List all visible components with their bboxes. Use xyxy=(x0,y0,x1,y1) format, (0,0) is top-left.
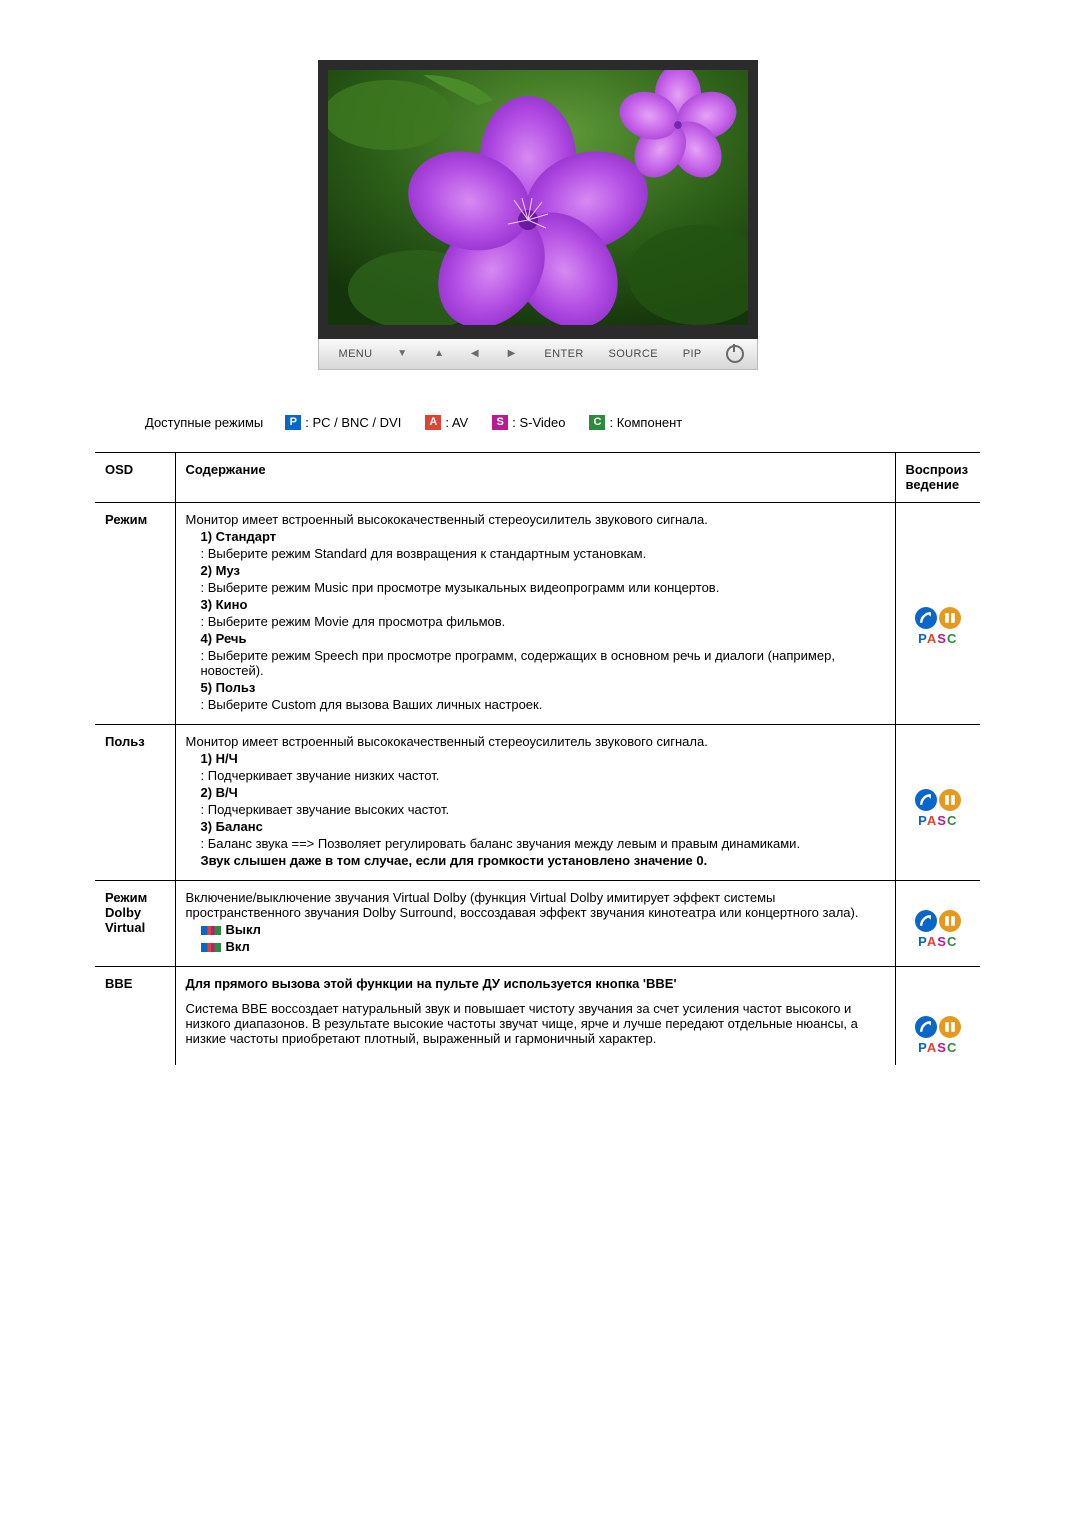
content-cell: Для прямого вызова этой функции на пульт… xyxy=(175,967,895,1066)
pause-icon xyxy=(939,1016,961,1038)
sub-desc: : Выберите Custom для вызова Ваших личны… xyxy=(201,697,885,712)
sub-title: 1) Н/Ч xyxy=(201,751,885,766)
enter-button[interactable]: ENTER xyxy=(544,348,583,360)
sub-desc: : Выберите режим Speech при просмотре пр… xyxy=(201,648,885,678)
repro-cell: PASC xyxy=(895,725,980,881)
legend-text: : AV xyxy=(445,415,468,430)
flag-icon xyxy=(201,943,221,952)
play-icon xyxy=(915,910,937,932)
monitor-frame xyxy=(318,60,758,339)
legend-item-c: C : Компонент xyxy=(589,415,682,430)
pasc-icon: PASC xyxy=(906,607,971,646)
menu-button[interactable]: MENU xyxy=(339,348,373,360)
intro-text: Включение/выключение звучания Virtual Do… xyxy=(186,890,885,920)
pause-icon xyxy=(939,607,961,629)
flag-line: Вкл xyxy=(201,939,885,954)
sub-title: 5) Польз xyxy=(201,680,885,695)
manual-page: MENU ▼ ▲ ◀ ▶ ENTER SOURCE PIP Доступные … xyxy=(0,0,1080,1105)
content-cell: Включение/выключение звучания Virtual Do… xyxy=(175,881,895,967)
monitor-block: MENU ▼ ▲ ◀ ▶ ENTER SOURCE PIP xyxy=(318,60,758,370)
down-icon[interactable]: ▼ xyxy=(397,348,409,360)
col-repro: Воспроиз ведение xyxy=(895,453,980,503)
play-icon xyxy=(915,607,937,629)
repro-cell: PASC xyxy=(895,503,980,725)
sub-title: 2) В/Ч xyxy=(201,785,885,800)
osd-label: Режим Dolby Virtual xyxy=(95,881,175,967)
pause-icon xyxy=(939,910,961,932)
spec-table: OSD Содержание Воспроиз ведение Режим Мо… xyxy=(95,452,980,1065)
legend-text: : PC / BNC / DVI xyxy=(305,415,401,430)
sub-title: 3) Баланс xyxy=(201,819,885,834)
right-icon[interactable]: ▶ xyxy=(508,348,520,360)
pause-icon xyxy=(939,789,961,811)
table-row: BBE Для прямого вызова этой функции на п… xyxy=(95,967,980,1066)
pasc-icon: PASC xyxy=(906,910,971,949)
pasc-icon: PASC xyxy=(906,1016,971,1055)
p-badge: P xyxy=(285,415,301,430)
col-content: Содержание xyxy=(175,453,895,503)
monitor-controls: MENU ▼ ▲ ◀ ▶ ENTER SOURCE PIP xyxy=(318,339,758,370)
c-badge: C xyxy=(589,415,605,430)
sub-title: 3) Кино xyxy=(201,597,885,612)
osd-label: BBE xyxy=(95,967,175,1066)
repro-cell: PASC xyxy=(895,967,980,1066)
sub-desc: : Выберите режим Movie для просмотра фил… xyxy=(201,614,885,629)
content-cell: Монитор имеет встроенный высококачествен… xyxy=(175,503,895,725)
osd-label: Режим xyxy=(95,503,175,725)
legend-item-p: P : PC / BNC / DVI xyxy=(285,415,401,430)
pip-button[interactable]: PIP xyxy=(683,348,702,360)
a-badge: A xyxy=(425,415,441,430)
flag-icon xyxy=(201,926,221,935)
source-button[interactable]: SOURCE xyxy=(608,348,657,360)
legend-item-a: A : AV xyxy=(425,415,468,430)
legend-text: : Компонент xyxy=(609,415,682,430)
sub-title: 1) Стандарт xyxy=(201,529,885,544)
col-osd: OSD xyxy=(95,453,175,503)
table-row: Польз Монитор имеет встроенный высококач… xyxy=(95,725,980,881)
intro-text: Монитор имеет встроенный высококачествен… xyxy=(186,734,885,749)
sub-desc: : Подчеркивает звучание высоких частот. xyxy=(201,802,885,817)
legend-text: : S-Video xyxy=(512,415,565,430)
s-badge: S xyxy=(492,415,508,430)
up-icon[interactable]: ▲ xyxy=(434,348,446,360)
play-icon xyxy=(915,789,937,811)
table-row: Режим Монитор имеет встроенный высококач… xyxy=(95,503,980,725)
bold-intro: Для прямого вызова этой функции на пульт… xyxy=(186,976,885,991)
left-icon[interactable]: ◀ xyxy=(471,348,483,360)
sub-desc: : Подчеркивает звучание низких частот. xyxy=(201,768,885,783)
intro-text: Монитор имеет встроенный высококачествен… xyxy=(186,512,885,527)
play-icon xyxy=(915,1016,937,1038)
sub-desc: : Баланс звука ==> Позволяет регулироват… xyxy=(201,836,885,851)
flag-line: Выкл xyxy=(201,922,885,937)
legend-title: Доступные режимы xyxy=(145,415,263,430)
repro-cell: PASC xyxy=(895,881,980,967)
body-text: Система BBE воссоздает натуральный звук … xyxy=(186,1001,885,1046)
sub-desc: : Выберите режим Standard для возвращени… xyxy=(201,546,885,561)
legend-item-s: S : S-Video xyxy=(492,415,565,430)
sub-desc-bold: Звук слышен даже в том случае, если для … xyxy=(201,853,885,868)
sub-title: 2) Муз xyxy=(201,563,885,578)
sub-title: 4) Речь xyxy=(201,631,885,646)
osd-label: Польз xyxy=(95,725,175,881)
pasc-icon: PASC xyxy=(906,789,971,828)
sub-desc: : Выберите режим Music при просмотре муз… xyxy=(201,580,885,595)
mode-legend: Доступные режимы P : PC / BNC / DVI A : … xyxy=(145,415,980,430)
power-icon[interactable] xyxy=(726,345,744,363)
table-row: Режим Dolby Virtual Включение/выключение… xyxy=(95,881,980,967)
content-cell: Монитор имеет встроенный высококачествен… xyxy=(175,725,895,881)
demo-image xyxy=(328,70,748,325)
